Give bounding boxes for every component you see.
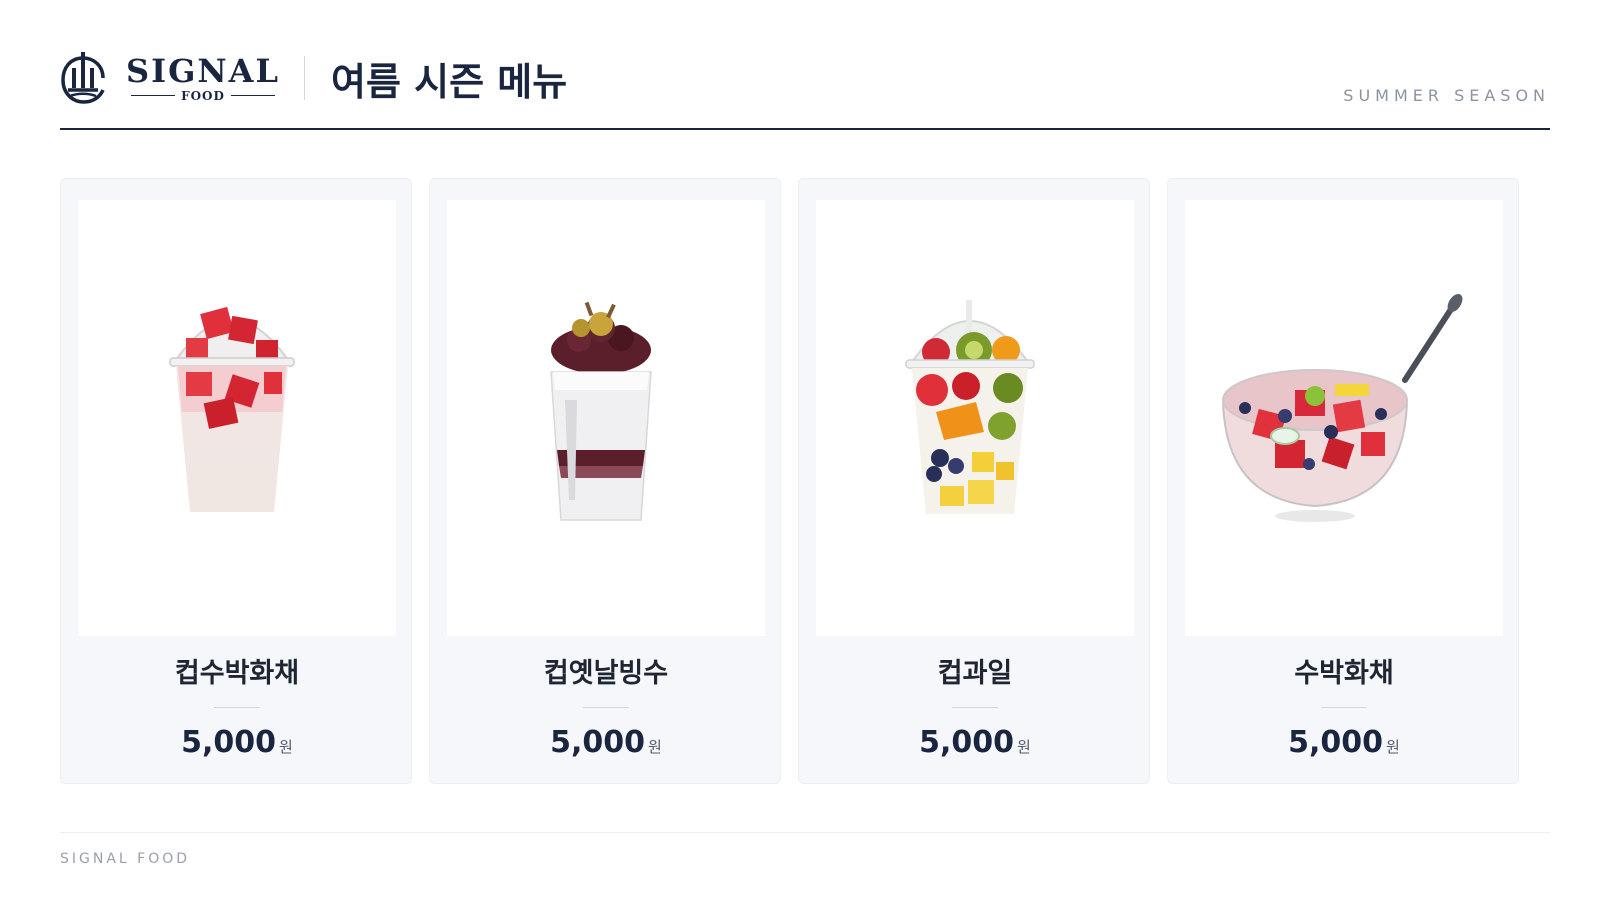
card-divider bbox=[1321, 707, 1367, 708]
price-amount: 5,000 bbox=[550, 725, 646, 760]
menu-item-price: 5,000 원 bbox=[1168, 725, 1520, 760]
menu-card[interactable]: 컵수박화채 5,000 원 bbox=[60, 178, 412, 784]
brand-name: SIGNAL bbox=[126, 51, 280, 90]
menu-item-price: 5,000 원 bbox=[430, 725, 782, 760]
menu-card[interactable]: 수박화채 5,000 원 bbox=[1167, 178, 1519, 784]
watermelon-punch-bowl-image bbox=[1185, 200, 1503, 636]
footer-divider bbox=[60, 832, 1550, 833]
menu-card-grid: 컵수박화채 5,000 원 컵옛날빙수 5,000 원 컵과일 5,000 원 … bbox=[60, 178, 1550, 784]
menu-item-price: 5,000 원 bbox=[799, 725, 1151, 760]
season-label: SUMMER SEASON bbox=[1343, 86, 1550, 105]
brand: SIGNAL FOOD 여름 시즌 메뉴 bbox=[60, 50, 567, 106]
price-unit: 원 bbox=[279, 738, 293, 756]
price-unit: 원 bbox=[1017, 738, 1031, 756]
menu-item-name: 컵과일 bbox=[937, 658, 1013, 689]
price-amount: 5,000 bbox=[919, 725, 1015, 760]
brand-subname: FOOD bbox=[181, 88, 225, 103]
price-amount: 5,000 bbox=[1288, 725, 1384, 760]
fruit-cup-image bbox=[816, 200, 1134, 636]
footer-brand-text: SIGNAL FOOD bbox=[60, 851, 191, 867]
menu-item-name: 컵수박화채 bbox=[174, 658, 300, 689]
menu-item-name: 수박화채 bbox=[1294, 658, 1394, 689]
page-header: SIGNAL FOOD 여름 시즌 메뉴 SUMMER SEASON bbox=[60, 40, 1550, 130]
price-unit: 원 bbox=[1386, 738, 1400, 756]
card-divider bbox=[583, 707, 629, 708]
red-bean-bingsu-cup-image bbox=[447, 200, 765, 636]
price-unit: 원 bbox=[648, 738, 662, 756]
header-divider bbox=[303, 56, 305, 100]
menu-item-name: 컵옛날빙수 bbox=[543, 658, 669, 689]
brand-wordmark: SIGNAL FOOD bbox=[126, 54, 280, 103]
card-divider bbox=[214, 707, 260, 708]
card-divider bbox=[952, 707, 998, 708]
menu-card[interactable]: 컵과일 5,000 원 bbox=[798, 178, 1150, 784]
price-amount: 5,000 bbox=[181, 725, 277, 760]
signal-logo-icon bbox=[61, 52, 105, 104]
menu-card[interactable]: 컵옛날빙수 5,000 원 bbox=[429, 178, 781, 784]
page-title: 여름 시즌 메뉴 bbox=[330, 58, 568, 104]
watermelon-punch-cup-image bbox=[78, 200, 396, 636]
menu-item-price: 5,000 원 bbox=[61, 725, 413, 760]
